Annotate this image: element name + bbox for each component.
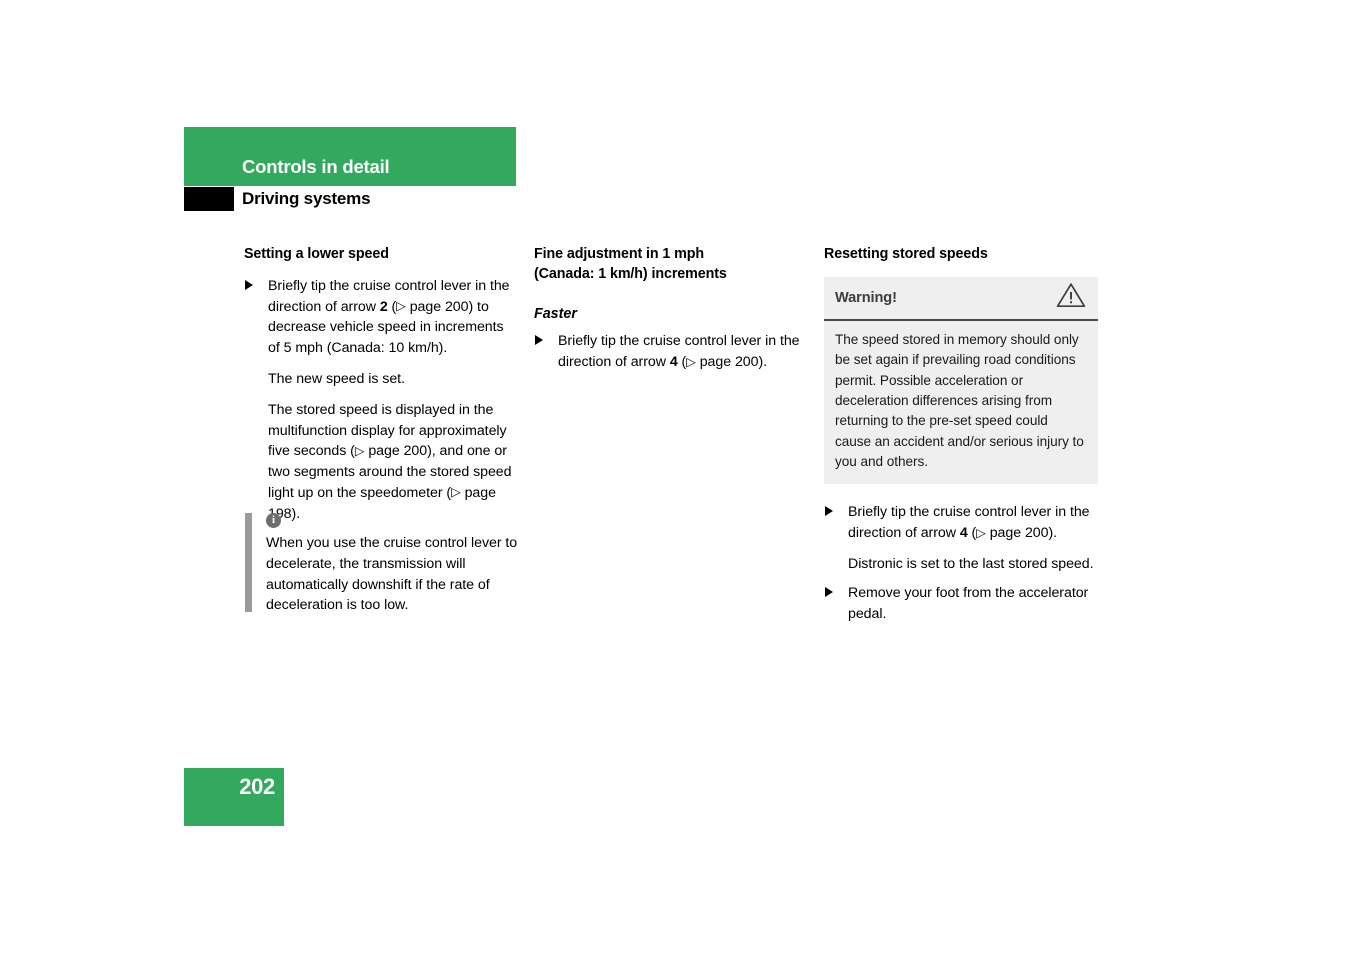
chapter-title: Controls in detail <box>242 156 390 177</box>
warning-box-header: Warning! <box>824 276 1098 321</box>
warning-box-body: The speed stored in memory should only b… <box>824 320 1098 485</box>
col1-step-1: Briefly tip the cruise control lever in … <box>244 276 518 359</box>
step-bullet-triangle-icon <box>245 279 253 290</box>
col3-step-2-text: Remove your foot from the accelerator pe… <box>848 584 1089 622</box>
page-number-box: 202 <box>184 768 284 826</box>
info-icon: i <box>266 513 281 528</box>
warning-triangle-icon <box>1056 282 1086 313</box>
warning-box: Warning! The speed stored in memory shou… <box>824 276 1098 485</box>
col3-step-1-text: Briefly tip the cruise control lever in … <box>848 504 1090 541</box>
col2-step-1-text: Briefly tip the cruise control lever in … <box>558 333 800 370</box>
page-ref-arrow-icon: ▷ <box>976 525 986 540</box>
col1-paragraph-1: The new speed is set. <box>268 370 405 387</box>
col1-para-2-page-ref: page 200 <box>364 443 428 460</box>
page-ref-arrow-icon: ▷ <box>396 299 406 314</box>
section-title: Driving systems <box>242 189 371 208</box>
col3-step-1-text-c: ). <box>1048 525 1058 542</box>
col1-step-1-text: Briefly tip the cruise control lever in … <box>268 278 510 356</box>
page-ref-arrow-icon: ▷ <box>451 485 461 500</box>
col2-heading-line-2: (Canada: 1 km/h) increments <box>534 265 727 282</box>
col1-heading: Setting a lower speed <box>244 246 389 262</box>
page-number: 202 <box>239 774 275 799</box>
step-bullet-triangle-icon <box>825 506 833 517</box>
col2-step-1-text-b: ( <box>677 354 687 371</box>
col2-heading: Fine adjustment in 1 mph (Canada: 1 km/h)… <box>534 245 808 284</box>
col3-step-1-arrow-number: 4 <box>959 525 968 542</box>
col3-step-1: Briefly tip the cruise control lever in … <box>824 502 1098 544</box>
page-ref-arrow-icon: ▷ <box>686 354 696 369</box>
content-column-3: Resetting stored speeds Warning! The spe… <box>824 245 1098 634</box>
warning-text: The speed stored in memory should only b… <box>835 331 1084 470</box>
col2-subheading: Faster <box>534 306 577 323</box>
section-tab-marker <box>184 187 234 211</box>
col1-paragraph-2: The stored speed is displayed in the mul… <box>244 400 518 525</box>
col3-step-2: Remove your foot from the accelerator pe… <box>824 583 1098 625</box>
col3-paragraph-1: Distronic is set to the last stored spee… <box>848 556 1094 573</box>
col2-step-1-text-c: ). <box>758 354 768 371</box>
col1-step-1-arrow-number: 2 <box>379 298 388 315</box>
page-ref-arrow-icon: ▷ <box>354 443 365 458</box>
content-column-2: Fine adjustment in 1 mph (Canada: 1 km/h)… <box>534 245 808 383</box>
manual-page: Controls in detail Driving systems Setti… <box>0 0 1351 954</box>
info-note-box: i When you use the cruise control lever … <box>245 513 525 616</box>
col3-step-1-text-b: ( <box>967 525 977 542</box>
step-bullet-triangle-icon <box>535 335 543 346</box>
warning-label: Warning! <box>835 289 897 306</box>
chapter-header-banner: Controls in detail <box>184 127 516 186</box>
step-bullet-triangle-icon <box>825 586 833 597</box>
content-column-1: Setting a lower speed Briefly tip the cr… <box>244 245 518 534</box>
col3-steps: Briefly tip the cruise control lever in … <box>824 502 1098 624</box>
note-accent-bar <box>245 513 252 612</box>
col2-heading-line-1: Fine adjustment in 1 mph <box>534 246 704 262</box>
col1-step-1-text-b: ( <box>387 298 397 315</box>
col2-step-1-page-ref: page 200 <box>695 354 759 371</box>
col2-step-1: Briefly tip the cruise control lever in … <box>534 331 808 373</box>
info-note-text: When you use the cruise control lever to… <box>266 535 518 614</box>
col1-step-1-page-ref: page 200 <box>405 298 469 315</box>
col3-heading: Resetting stored speeds <box>824 246 988 262</box>
col3-step-1-page-ref: page 200 <box>985 525 1049 542</box>
col2-step-1-arrow-number: 4 <box>669 354 678 371</box>
